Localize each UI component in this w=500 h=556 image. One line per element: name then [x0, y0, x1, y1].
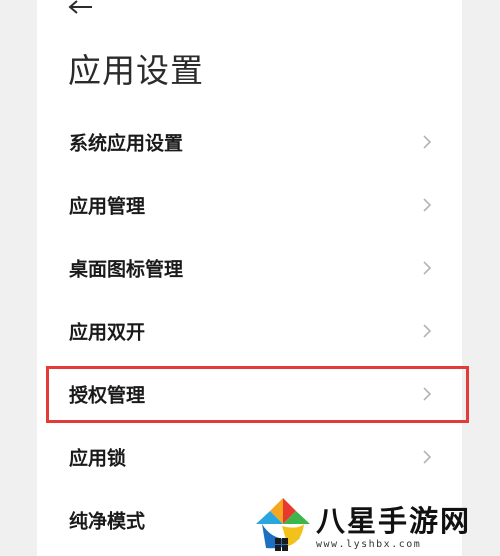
settings-item-app-management[interactable]: 应用管理 [37, 174, 462, 236]
page-title: 应用设置 [68, 51, 204, 90]
settings-item-label: 纯净模式 [69, 510, 146, 533]
chevron-right-icon [423, 261, 432, 275]
settings-item-app-lock[interactable]: 应用锁 [37, 426, 462, 488]
right-margin [462, 0, 500, 556]
settings-item-label: 系统应用设置 [69, 132, 184, 155]
watermark: 八星手游网 www.lyshbx.com [250, 494, 500, 556]
watermark-text: 八星手游网 [316, 504, 472, 538]
back-arrow-icon[interactable] [68, 0, 94, 16]
watermark-url: www.lyshbx.com [316, 539, 422, 550]
settings-item-dual-apps[interactable]: 应用双开 [37, 300, 462, 362]
left-margin [0, 0, 37, 556]
settings-item-label: 桌面图标管理 [69, 258, 184, 281]
settings-item-label: 应用锁 [69, 447, 127, 470]
watermark-logo-icon [256, 498, 310, 552]
settings-item-system-app-settings[interactable]: 系统应用设置 [37, 111, 462, 173]
chevron-right-icon [423, 198, 432, 212]
chevron-right-icon [423, 450, 432, 464]
settings-item-label: 应用管理 [69, 195, 146, 218]
settings-item-desktop-icon-management[interactable]: 桌面图标管理 [37, 237, 462, 299]
chevron-right-icon [423, 135, 432, 149]
chevron-right-icon [423, 324, 432, 338]
highlight-box [46, 366, 469, 423]
settings-item-label: 应用双开 [69, 321, 146, 344]
